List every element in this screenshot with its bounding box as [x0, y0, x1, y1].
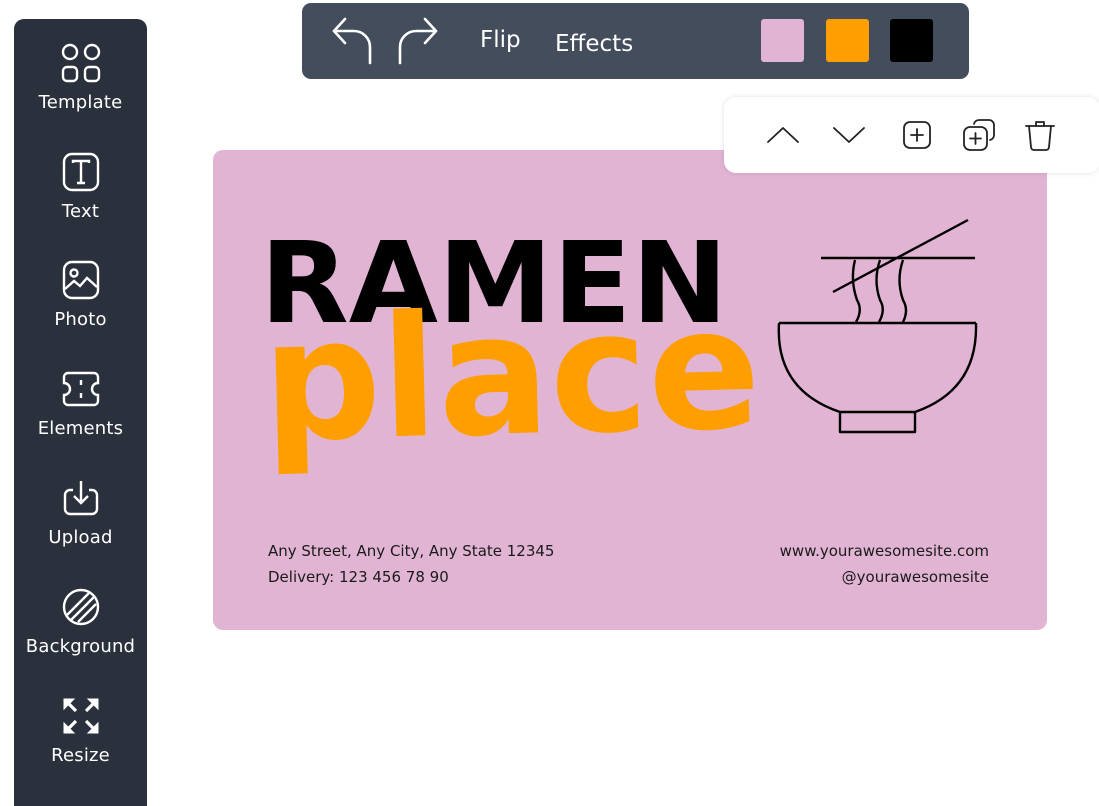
chevron-up-icon[interactable] [764, 116, 802, 154]
effects-button[interactable]: Effects [555, 31, 633, 57]
ramen-bowl-icon[interactable] [777, 218, 978, 434]
sidebar-item-label: Upload [48, 527, 113, 548]
social-handle-text[interactable]: @yourawesomesite [842, 568, 989, 586]
sidebar-item-background[interactable]: Background [14, 585, 147, 681]
sidebar-item-label: Elements [37, 418, 124, 439]
color-swatch-pink[interactable] [761, 19, 804, 62]
design-canvas[interactable]: RAMEN place Any Street, Any City, Any St… [213, 150, 1047, 630]
sidebar-item-text[interactable]: Text [14, 150, 147, 246]
upload-icon [63, 481, 98, 516]
sidebar-item-upload[interactable]: Upload [14, 476, 147, 572]
sidebar-item-label: Resize [51, 745, 110, 766]
delivery-text[interactable]: Delivery: 123 456 78 90 [268, 568, 449, 586]
sidebar-item-label: Template [38, 92, 123, 113]
sidebar-item-template[interactable]: Template [14, 41, 147, 137]
chevron-down-icon[interactable] [830, 116, 868, 154]
sidebar-item-resize[interactable]: Resize [14, 694, 147, 790]
sidebar-item-label: Background [25, 636, 136, 657]
elements-ticket-icon [62, 371, 99, 407]
add-page-icon[interactable] [898, 116, 936, 154]
redo-arrow-icon[interactable] [394, 15, 440, 67]
website-text[interactable]: www.yourawesomesite.com [780, 542, 989, 560]
sidebar-item-label: Photo [54, 309, 107, 330]
text-box-icon [62, 152, 99, 192]
flip-button[interactable]: Flip [480, 27, 521, 53]
template-grid-icon [61, 43, 100, 83]
duplicate-page-icon[interactable] [960, 116, 998, 154]
background-stripes-icon [62, 588, 99, 626]
element-actions-bar [724, 97, 1099, 173]
trash-icon[interactable] [1021, 116, 1059, 154]
color-swatch-black[interactable] [890, 19, 933, 62]
sidebar-item-photo[interactable]: Photo [14, 258, 147, 354]
resize-arrows-icon [63, 698, 98, 734]
sidebar: Template Text Photo Elements Upload Back… [14, 19, 147, 806]
color-swatch-orange[interactable] [826, 19, 869, 62]
title-place[interactable]: place [260, 271, 763, 480]
undo-arrow-icon[interactable] [330, 15, 376, 67]
sidebar-item-elements[interactable]: Elements [14, 367, 147, 463]
sidebar-item-label: Text [61, 201, 100, 222]
address-text[interactable]: Any Street, Any City, Any State 12345 [268, 542, 554, 560]
photo-icon [62, 260, 99, 300]
top-toolbar: Flip Effects [302, 3, 969, 79]
